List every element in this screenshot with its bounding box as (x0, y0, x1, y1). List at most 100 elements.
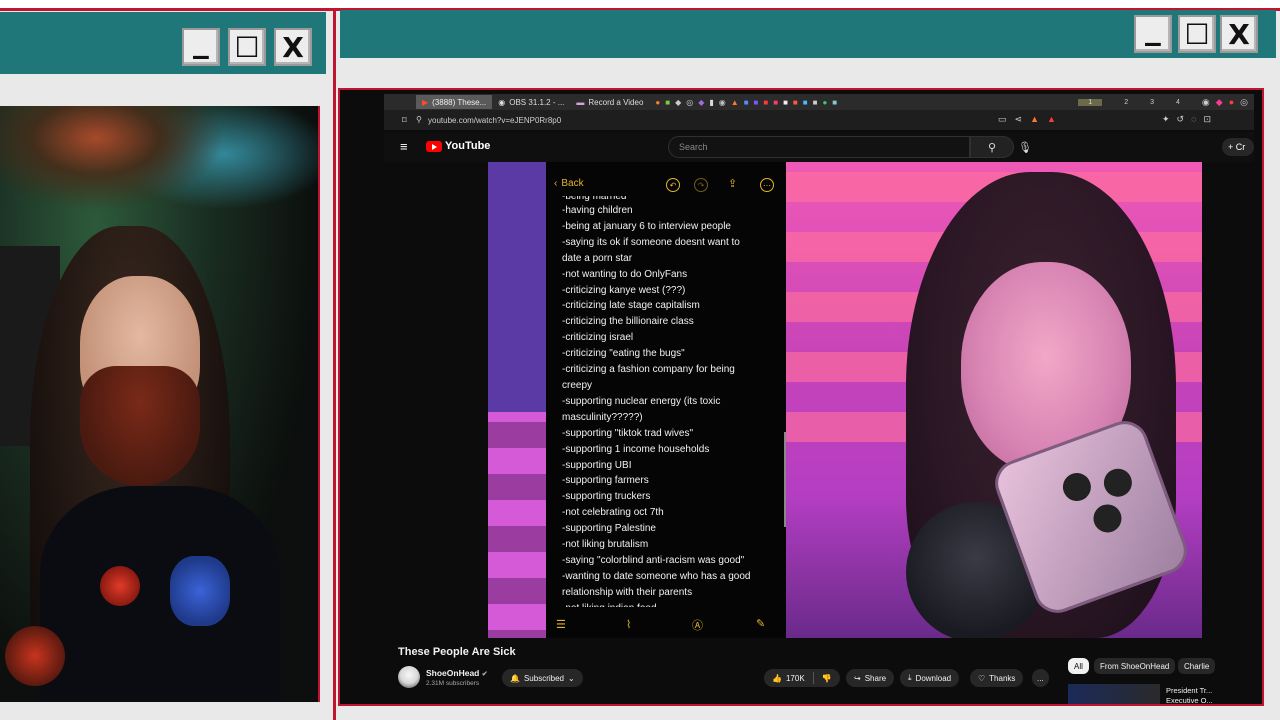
note-line: -supporting UBI (562, 459, 632, 471)
workspace-1[interactable]: 1 (1078, 98, 1103, 106)
note-line: date a porn star (562, 252, 633, 264)
extension-icon[interactable]: ■ (744, 98, 749, 107)
youtube-logo[interactable]: YouTube (426, 140, 490, 152)
extension-icon[interactable]: ● (655, 98, 660, 107)
note-line: -not liking indian food (562, 601, 782, 607)
share-arrow-icon: ↪ (854, 673, 861, 683)
chip-charlie[interactable]: Charlie (1178, 658, 1216, 674)
tray-icon[interactable]: ◆ (1216, 97, 1223, 108)
create-button[interactable]: + Cr (1222, 138, 1254, 156)
extension-icon[interactable]: ■ (803, 98, 808, 107)
recommended-video-title[interactable]: President Tr... Executive O... (1166, 686, 1226, 704)
extension-icon[interactable]: ■ (754, 98, 759, 107)
recommended-video-thumbnail[interactable] (1068, 684, 1160, 704)
browser-tab-youtube[interactable]: ▶ (3888) These... (416, 95, 493, 109)
divider (812, 672, 814, 684)
extension-icon[interactable]: ■ (793, 98, 798, 107)
address-bar-actions: ▭ ⋖ ▲ ▲ (998, 114, 1056, 125)
streamer-beard (80, 366, 200, 486)
workspace-3[interactable]: 3 (1150, 99, 1154, 106)
workspace-2[interactable]: 2 (1124, 99, 1128, 106)
camera-lens (1089, 500, 1126, 537)
undo-icon: ↶ (666, 178, 680, 192)
browser-close-button[interactable]: X (1220, 15, 1258, 53)
sync-icon[interactable]: ↺ (1177, 114, 1185, 125)
extension-icon[interactable]: ▮ (709, 98, 713, 107)
extension-icon[interactable]: ■ (783, 98, 788, 107)
chip-all[interactable]: All (1068, 658, 1089, 674)
more-horizontal-icon: ... (1037, 673, 1044, 683)
hamburger-menu-icon[interactable]: ≡ (400, 139, 408, 154)
thanks-button[interactable]: ♡ Thanks (970, 669, 1024, 687)
search-button[interactable]: ⚲ (970, 136, 1014, 158)
cast-icon[interactable]: ▭ (998, 114, 1007, 125)
note-line: -criticizing the billionaire class (562, 316, 694, 328)
browser-tab-record[interactable]: ▬ Record a Video (570, 95, 649, 109)
thumbs-down-icon[interactable]: 👎 (822, 674, 832, 683)
note-line: -criticizing late stage capitalism (562, 300, 700, 312)
tray-icons: ◉ ◆ ● ◎ (1202, 97, 1248, 108)
extensions-icon[interactable]: ✦ (1162, 114, 1170, 125)
markup-icon: Ⓐ (692, 620, 703, 632)
browser-minimize-button[interactable]: ▁ (1134, 15, 1172, 53)
like-button[interactable]: 👍 170K 👎 (764, 669, 840, 687)
video-left-panel: ‹ Back ↶ ↷ ⇪ ⋯ -being married -having chi… (488, 162, 786, 638)
search-icon: ⚲ (987, 141, 997, 154)
share-icon: ⇪ (728, 178, 738, 190)
browser-tab-obs[interactable]: ◉ OBS 31.1.2 - ... (492, 95, 570, 109)
folder-icon[interactable]: ■ (665, 98, 670, 107)
download-button[interactable]: ⤓ Download (900, 669, 960, 687)
extension-icon[interactable]: ■ (763, 98, 768, 107)
phone-screenshot: ‹ Back ↶ ↷ ⇪ ⋯ -being married -having chi… (546, 162, 786, 638)
subscriber-count: 2.31M subscribers (426, 680, 480, 687)
extension-icon[interactable]: ■ (773, 98, 778, 107)
tray-icon[interactable]: ● (1229, 97, 1234, 108)
channel-name[interactable]: ShoeOnHead ✔ (426, 668, 488, 678)
youtube-favicon-icon: ▶ (422, 97, 429, 107)
video-player[interactable]: ‹ Back ↶ ↷ ⇪ ⋯ -being married -having chi… (488, 162, 1202, 638)
brave-rewards-icon[interactable]: ▲ (1047, 114, 1056, 125)
browser-maximize-button[interactable]: ☐ (1178, 15, 1216, 53)
mug (5, 626, 65, 686)
tray-icon[interactable]: ◎ (1240, 97, 1248, 108)
youtube-play-icon (426, 140, 442, 152)
site-info-icon[interactable]: ⚲ (416, 115, 422, 124)
tray-icon[interactable]: ◉ (1202, 97, 1210, 108)
brave-shields-icon[interactable]: ▲ (1030, 114, 1039, 125)
webcam-close-button[interactable]: X (274, 28, 312, 66)
extension-icon[interactable]: ■ (832, 98, 837, 107)
extension-icon[interactable]: ■ (813, 98, 818, 107)
extension-icon[interactable]: ● (822, 98, 827, 107)
leo-icon[interactable]: ◌ (1191, 114, 1196, 125)
more-actions-button[interactable]: ... (1032, 669, 1049, 687)
browser-tab-strip: ▶ (3888) These... ◉ OBS 31.1.2 - ... ▬ R… (384, 94, 1254, 110)
brave-icon[interactable]: ▲ (731, 98, 739, 107)
camera-lens (1099, 464, 1136, 501)
note-line: relationship with their parents (562, 586, 693, 598)
share-icon[interactable]: ⋖ (1015, 114, 1023, 125)
share-button[interactable]: ↪ Share (846, 669, 895, 687)
bookmark-icon[interactable]: ⌑ (402, 115, 407, 126)
extension-icon[interactable]: ◉ (719, 98, 726, 107)
note-line: -supporting nuclear energy (its toxic (562, 395, 721, 407)
subscribed-button[interactable]: 🔔 Subscribed ⌄ (502, 669, 583, 687)
menu-icon[interactable]: ⊡ (1203, 114, 1211, 125)
redo-icon: ↷ (694, 178, 708, 192)
shirt-graphic (170, 556, 230, 626)
channel-avatar[interactable] (398, 666, 420, 688)
webcam-maximize-button[interactable]: ☐ (228, 28, 266, 66)
note-line: -supporting "tiktok trad wives" (562, 427, 694, 439)
note-line: -supporting Palestine (562, 523, 656, 535)
chip-from-channel[interactable]: From ShoeOnHead (1094, 658, 1176, 674)
extension-icon[interactable]: ◎ (686, 98, 693, 107)
more-options-icon: ⋯ (760, 178, 774, 192)
url-field[interactable]: youtube.com/watch?v=eJENP0Rr8p0 (428, 116, 561, 125)
camera-lens (1058, 469, 1095, 505)
voice-search-button[interactable]: 🎙 (1014, 136, 1036, 158)
webcam-minimize-button[interactable]: ▁ (182, 28, 220, 66)
extension-icon[interactable]: ◆ (698, 98, 704, 107)
extension-icon[interactable]: ◆ (675, 98, 681, 107)
search-input[interactable]: Search (668, 136, 970, 158)
chevron-left-icon: ‹ (554, 178, 558, 189)
workspace-4[interactable]: 4 (1176, 99, 1180, 106)
